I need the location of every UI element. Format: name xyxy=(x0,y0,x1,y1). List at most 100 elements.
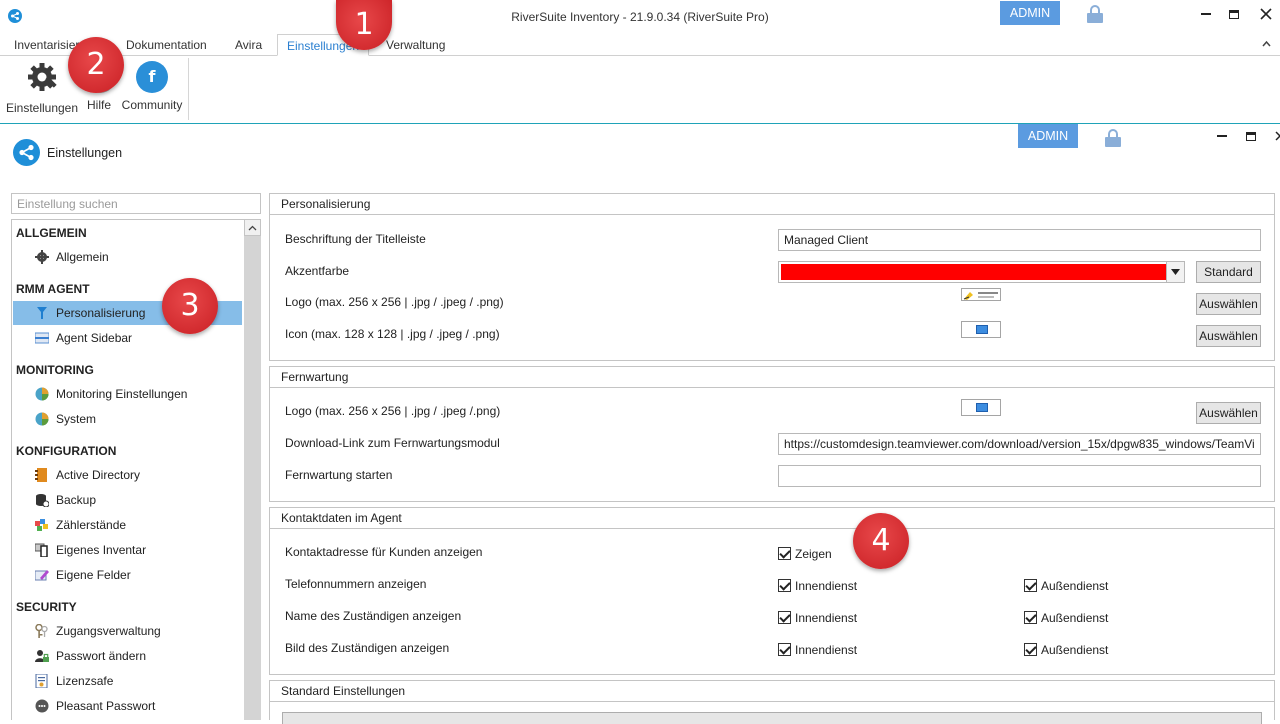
tree-item-label: Zugangsverwaltung xyxy=(56,624,161,638)
tree-item-zaehlerstaende[interactable]: Zählerstände xyxy=(13,513,242,537)
remote-logo-select-button[interactable]: Auswählen xyxy=(1196,402,1261,424)
standard-settings-header: Standard Einstellungen xyxy=(270,681,1274,702)
lock-icon[interactable] xyxy=(1087,5,1103,23)
name-inside-checkbox[interactable]: Innendienst xyxy=(778,611,857,625)
tree-item-system[interactable]: System xyxy=(13,407,242,431)
name-outside-checkbox[interactable]: Außendienst xyxy=(1024,611,1108,625)
license-icon xyxy=(35,674,48,688)
tree-item-label: Personalisierung xyxy=(56,306,146,320)
remote-maintenance-group: Fernwartung Logo (max. 256 x 256 | .jpg … xyxy=(269,366,1275,502)
tree-item-backup[interactable]: Backup xyxy=(13,488,242,512)
tree-item-label: Monitoring Einstellungen xyxy=(56,387,188,401)
checkbox-label: Innendienst xyxy=(795,643,858,657)
community-ribbon-button[interactable]: f Community xyxy=(119,60,185,112)
user-lock-icon xyxy=(35,650,49,662)
tree-item-label: Allgemein xyxy=(56,250,109,264)
tree-item-allgemein[interactable]: Allgemein xyxy=(13,245,242,269)
remote-maintenance-header: Fernwartung xyxy=(270,367,1274,388)
checkbox-label: Zeigen xyxy=(795,547,832,561)
ribbon-collapse-icon[interactable] xyxy=(1262,38,1271,50)
minimize-button[interactable] xyxy=(1196,3,1216,23)
chevron-down-icon[interactable] xyxy=(1166,262,1184,282)
standard-settings-button[interactable] xyxy=(282,712,1262,724)
checkbox-label: Innendienst xyxy=(795,579,858,593)
logo-select-button[interactable]: Auswählen xyxy=(1196,293,1261,315)
ribbon-tab-bar: Inventarisierung Dokumentation Avira Ein… xyxy=(0,34,1280,56)
tree-item-passwort-aendern[interactable]: Passwort ändern xyxy=(13,644,242,668)
phone-numbers-label: Telefonnummern anzeigen xyxy=(285,577,427,591)
tree-item-label: Lizenzsafe xyxy=(56,674,114,688)
counter-icon xyxy=(35,519,48,531)
inner-lock-icon[interactable] xyxy=(1105,129,1121,147)
logo-preview-image xyxy=(961,288,1001,301)
tab-avira[interactable]: Avira xyxy=(226,34,271,56)
contact-address-checkbox[interactable]: Zeigen xyxy=(778,547,832,561)
checkbox-label: Innendienst xyxy=(795,611,858,625)
inner-close-button[interactable] xyxy=(1270,125,1280,145)
scroll-up-button[interactable] xyxy=(244,219,261,236)
accent-default-button[interactable]: Standard xyxy=(1196,261,1261,283)
tree-item-eigene-felder[interactable]: Eigene Felder xyxy=(13,563,242,587)
ribbon-panel: Einstellungen ? Hilfe f Community xyxy=(0,56,1280,124)
accent-color-label: Akzentfarbe xyxy=(285,264,350,278)
facebook-icon: f xyxy=(136,61,168,93)
pie-chart-icon xyxy=(35,387,49,401)
tree-item-label: Eigenes Inventar xyxy=(56,543,147,557)
admin-badge[interactable]: ADMIN xyxy=(1000,1,1060,25)
inner-admin-badge[interactable]: ADMIN xyxy=(1018,124,1078,148)
close-button[interactable] xyxy=(1256,3,1276,23)
category-konfiguration: KONFIGURATION xyxy=(16,444,117,458)
contact-data-header: Kontaktdaten im Agent xyxy=(270,508,1274,529)
image-outside-checkbox[interactable]: Außendienst xyxy=(1024,643,1108,657)
phone-inside-checkbox[interactable]: Innendienst xyxy=(778,579,857,593)
tab-dokumentation[interactable]: Dokumentation xyxy=(117,34,216,56)
tree-scrollbar[interactable] xyxy=(244,219,261,720)
remote-logo-preview-image xyxy=(961,399,1001,416)
tree-item-label: Passwort ändern xyxy=(56,649,147,663)
tab-verwaltung[interactable]: Verwaltung xyxy=(377,34,454,56)
tree-item-agent-sidebar[interactable]: Agent Sidebar xyxy=(13,326,242,350)
annotation-marker-3: 3 xyxy=(162,278,218,334)
titlebar-text-field[interactable]: Managed Client xyxy=(778,229,1261,251)
gear-icon xyxy=(28,63,57,91)
page-title: Einstellungen xyxy=(47,146,123,160)
settings-ribbon-label: Einstellungen xyxy=(5,101,79,115)
tree-item-eigenes-inventar[interactable]: Eigenes Inventar xyxy=(13,538,242,562)
icon-label: Icon (max. 128 x 128 | .jpg / .jpeg / .p… xyxy=(285,327,500,341)
image-inside-checkbox[interactable]: Innendienst xyxy=(778,643,857,657)
tree-item-pleasant-passwort[interactable]: Pleasant Passwort xyxy=(13,694,242,718)
tree-item-zugangsverwaltung[interactable]: Zugangsverwaltung xyxy=(13,619,242,643)
download-link-field[interactable]: https://customdesign.teamviewer.com/down… xyxy=(778,433,1261,455)
inner-minimize-button[interactable] xyxy=(1212,125,1232,145)
category-allgemein: ALLGEMEIN xyxy=(16,226,87,240)
share-icon xyxy=(13,139,40,166)
maximize-button[interactable] xyxy=(1224,3,1244,23)
category-security: SECURITY xyxy=(16,600,77,614)
accent-color-dropdown[interactable] xyxy=(778,261,1185,283)
icon-select-button[interactable]: Auswählen xyxy=(1196,325,1261,347)
address-book-icon xyxy=(35,468,47,482)
responsible-name-label: Name des Zuständigen anzeigen xyxy=(285,609,462,623)
icon-preview-image xyxy=(961,321,1001,338)
tree-item-label: Pleasant Passwort xyxy=(56,699,156,713)
tree-item-label: Eigene Felder xyxy=(56,568,131,582)
checkbox-label: Außendienst xyxy=(1041,611,1109,625)
checkbox-label: Außendienst xyxy=(1041,579,1109,593)
tree-item-label: System xyxy=(56,412,97,426)
edit-form-icon xyxy=(35,570,49,581)
tree-item-label: Zählerstände xyxy=(56,518,127,532)
tree-item-monitoring-einstellungen[interactable]: Monitoring Einstellungen xyxy=(13,382,242,406)
tree-item-active-directory[interactable]: Active Directory xyxy=(13,463,242,487)
tree-item-lizenzsafe[interactable]: Lizenzsafe xyxy=(13,669,242,693)
contact-data-group: Kontaktdaten im Agent Kontaktadresse für… xyxy=(269,507,1275,675)
category-rmm-agent: RMM AGENT xyxy=(16,282,90,296)
responsible-image-label: Bild des Zuständigen anzeigen xyxy=(285,641,450,655)
phone-outside-checkbox[interactable]: Außendienst xyxy=(1024,579,1108,593)
remote-logo-label: Logo (max. 256 x 256 | .jpg / .jpeg /.pn… xyxy=(285,404,501,418)
ribbon-group-divider xyxy=(188,58,189,120)
remote-start-field[interactable] xyxy=(778,465,1261,487)
contact-address-label: Kontaktadresse für Kunden anzeigen xyxy=(285,545,483,559)
inner-maximize-button[interactable] xyxy=(1241,125,1261,145)
settings-search-input[interactable] xyxy=(11,193,261,214)
title-bar: RiverSuite Inventory - 21.9.0.34 (RiverS… xyxy=(0,0,1280,34)
